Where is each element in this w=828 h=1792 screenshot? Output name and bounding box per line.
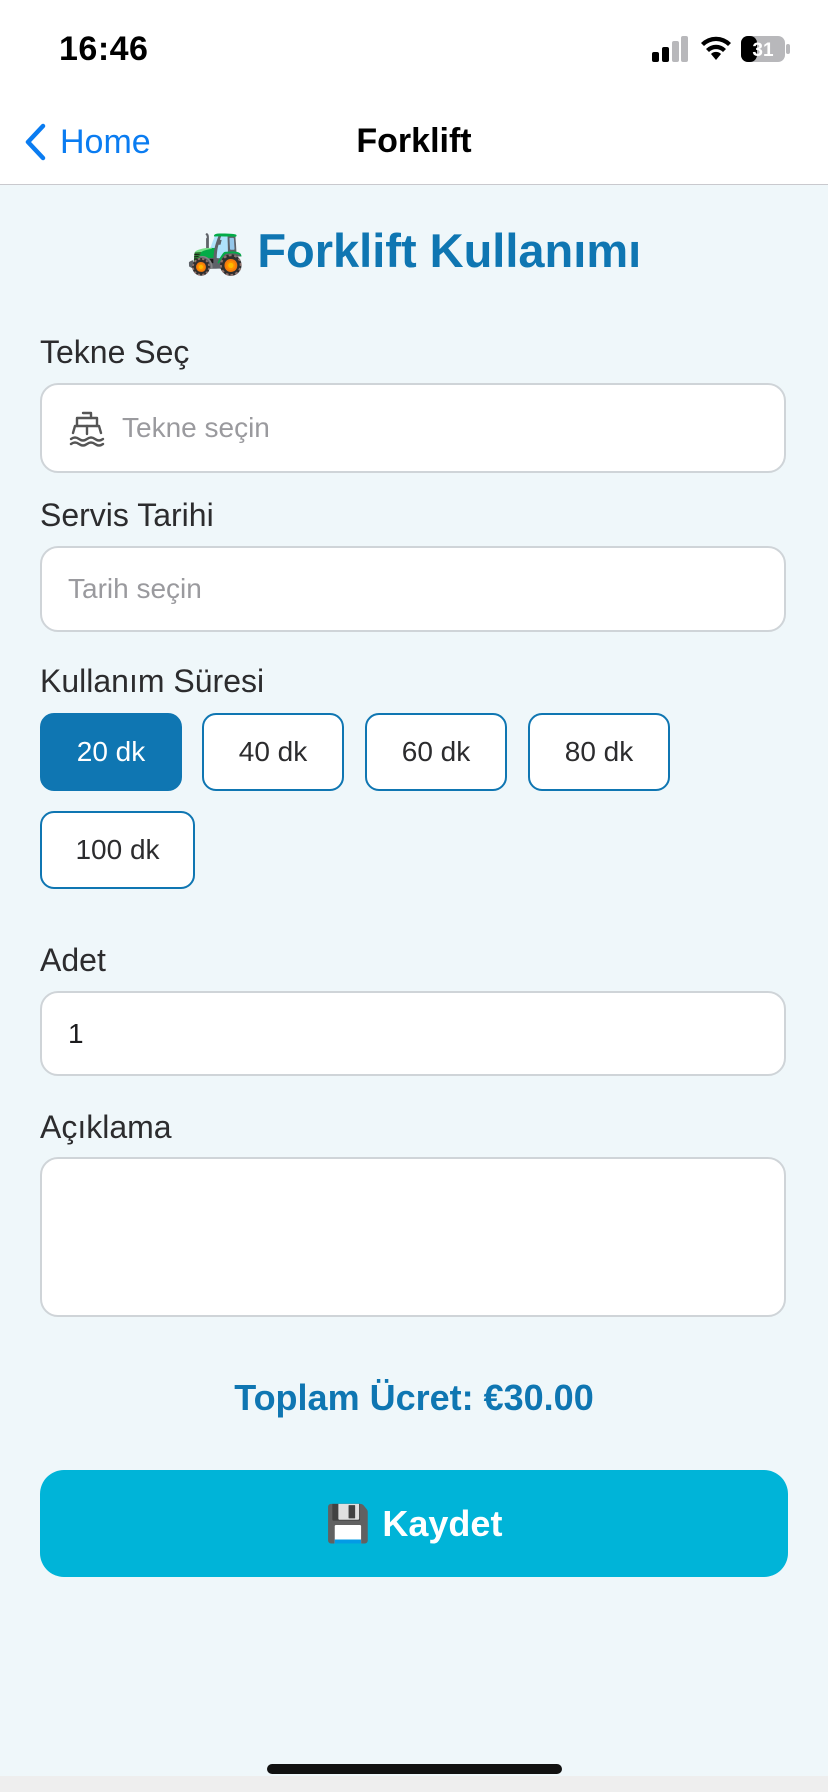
duration-option-80[interactable]: 80 dk	[528, 713, 670, 791]
duration-option-100[interactable]: 100 dk	[40, 811, 195, 889]
page-heading: 🚜 Forklift Kullanımı	[0, 222, 828, 278]
tractor-icon: 🚜	[186, 223, 246, 276]
quantity-label: Adet	[40, 942, 106, 978]
floppy-disk-icon: 💾	[325, 1502, 371, 1544]
total-price: Toplam Ücret: €30.00	[234, 1377, 594, 1418]
date-label: Servis Tarihi	[40, 497, 214, 533]
description-label: Açıklama	[40, 1109, 172, 1145]
status-time: 16:46	[59, 30, 149, 68]
save-button-label: Kaydet	[382, 1502, 503, 1544]
signal-icon	[652, 36, 688, 62]
bottom-strip	[0, 1776, 828, 1792]
description-textarea[interactable]	[40, 1157, 786, 1317]
date-field[interactable]: Tarih seçin	[40, 546, 786, 632]
duration-option-40[interactable]: 40 dk	[202, 713, 344, 791]
boat-placeholder: Tekne seçin	[122, 412, 270, 443]
quantity-field[interactable]: 1	[40, 991, 786, 1076]
navigation-bar: Home Forklift	[0, 100, 828, 185]
duration-option-20[interactable]: 20 dk	[40, 713, 182, 791]
wifi-icon	[701, 36, 731, 60]
boat-icon	[69, 411, 105, 447]
save-button[interactable]: 💾 Kaydet	[40, 1470, 788, 1577]
date-placeholder: Tarih seçin	[68, 573, 202, 604]
status-bar: 16:46 31	[0, 0, 828, 100]
home-indicator	[267, 1764, 562, 1774]
duration-label: Kullanım Süresi	[40, 663, 265, 699]
page-title: Forklift Kullanımı	[257, 223, 642, 277]
battery-icon: 31	[741, 36, 790, 62]
battery-level: 31	[752, 40, 774, 61]
boat-label: Tekne Seç	[40, 334, 190, 370]
quantity-value: 1	[68, 1017, 84, 1049]
boat-select[interactable]: Tekne seçin	[40, 383, 786, 473]
duration-option-60[interactable]: 60 dk	[365, 713, 507, 791]
nav-title: Forklift	[356, 122, 472, 160]
